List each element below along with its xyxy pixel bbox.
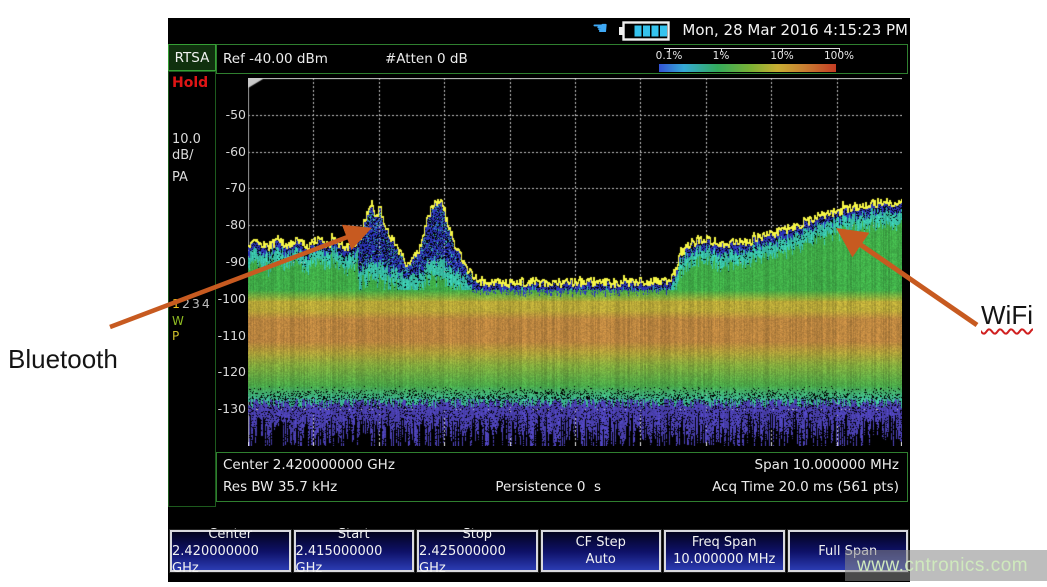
softkey-value: Auto xyxy=(586,551,616,568)
softkey-center[interactable]: Center2.420000000 GHz xyxy=(170,530,291,572)
softkey-cf-step[interactable]: CF StepAuto xyxy=(541,530,662,572)
y-axis-label: -110 xyxy=(214,328,246,343)
analyzer-screen: ☚ Mon, 28 Mar 2016 4:15:23 PM RTSA Ref -… xyxy=(168,18,910,582)
wifi-callout-label: WiFi xyxy=(981,300,1033,331)
ref-level-readout: Ref -40.00 dBm xyxy=(223,51,328,67)
density-color-gradient xyxy=(659,64,836,72)
status-bar: ☚ Mon, 28 Mar 2016 4:15:23 PM xyxy=(168,18,910,44)
trace-numbers: 1234 xyxy=(172,296,212,311)
bluetooth-callout-label: Bluetooth xyxy=(8,344,118,375)
left-sidebar: Hold 10.0 dB/ PA 1234 W P xyxy=(168,71,216,507)
scale-per-div-value: 10.0 xyxy=(172,132,201,147)
center-freq-readout: Center 2.420000000 GHz xyxy=(223,457,395,473)
trace-numbers-rest: 234 xyxy=(182,296,212,311)
watermark-text: www.cntronics.com xyxy=(845,555,1028,577)
watermark: www.cntronics.com xyxy=(845,550,1047,581)
softkey-label: Stop xyxy=(462,526,492,543)
battery-icon xyxy=(618,21,670,41)
density-scale-tick xyxy=(839,48,840,52)
softkey-row: Center2.420000000 GHzStart2.415000000 GH… xyxy=(170,530,908,572)
softkey-label: Freq Span xyxy=(692,534,757,551)
softkey-value: 2.425000000 GHz xyxy=(419,543,536,577)
softkey-stop[interactable]: Stop2.425000000 GHz xyxy=(417,530,538,572)
page: ☚ Mon, 28 Mar 2016 4:15:23 PM RTSA Ref -… xyxy=(0,0,1047,587)
softkey-value: 2.420000000 GHz xyxy=(172,543,289,577)
y-axis-label: -130 xyxy=(214,401,246,416)
y-axis-label: -50 xyxy=(214,107,246,122)
density-scale-tick xyxy=(669,48,670,52)
softkey-start[interactable]: Start2.415000000 GHz xyxy=(294,530,415,572)
settings-bar: Ref -40.00 dBm #Atten 0 dB 0.1%1%10%100% xyxy=(216,44,908,74)
y-axis-label: -90 xyxy=(214,254,246,269)
y-axis-label: -80 xyxy=(214,217,246,232)
softkey-label: Center xyxy=(208,526,252,543)
attenuation-readout: #Atten 0 dB xyxy=(385,51,468,67)
scale-per-div-unit: dB/ xyxy=(172,148,194,163)
density-scale-ruler xyxy=(664,48,839,49)
hold-indicator: Hold xyxy=(172,75,208,91)
y-axis-label: -100 xyxy=(214,291,246,306)
mode-badge-rtsa: RTSA xyxy=(168,44,216,71)
softkey-value: 2.415000000 GHz xyxy=(296,543,413,577)
trace-persist-indicator: P xyxy=(172,329,179,343)
softkey-label: Start xyxy=(338,526,370,543)
softkey-freq-span[interactable]: Freq Span10.000000 MHz xyxy=(664,530,785,572)
y-axis-label: -70 xyxy=(214,180,246,195)
trace-number-active: 1 xyxy=(172,296,182,311)
persistence-spectrum-plot xyxy=(248,78,902,446)
measurement-annotation-bar: Center 2.420000000 GHz Span 10.000000 MH… xyxy=(216,452,908,502)
res-bw-readout: Res BW 35.7 kHz xyxy=(223,479,337,495)
span-readout: Span 10.000000 MHz xyxy=(755,457,899,473)
preamp-indicator: PA xyxy=(172,170,188,185)
softkey-value: 10.000000 MHz xyxy=(673,551,775,568)
persistence-readout: Persistence 0 s xyxy=(495,479,601,495)
density-scale-tick xyxy=(721,48,722,52)
touch-pointer-icon: ☚ xyxy=(592,19,608,39)
y-axis-label: -120 xyxy=(214,364,246,379)
trace-write-indicator: W xyxy=(172,314,184,328)
density-scale-tick xyxy=(782,48,783,52)
y-axis-label: -60 xyxy=(214,144,246,159)
acq-time-readout: Acq Time 20.0 ms (561 pts) xyxy=(712,479,899,495)
datetime-display: Mon, 28 Mar 2016 4:15:23 PM xyxy=(682,21,908,39)
softkey-label: CF Step xyxy=(576,534,626,551)
